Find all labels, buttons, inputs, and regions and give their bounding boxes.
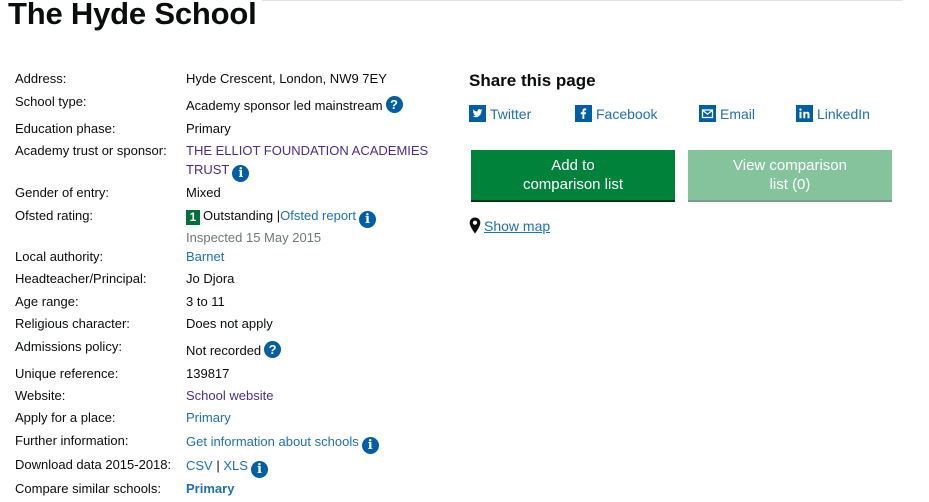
- facebook-icon: [575, 105, 592, 122]
- ofsted-inspected-date: Inspected 15 May 2015: [186, 230, 322, 245]
- download-label: Download data 2015-2018:: [15, 457, 172, 472]
- twitter-icon: [469, 105, 486, 122]
- headteacher-value: Jo Djora: [186, 271, 235, 286]
- add-button-line1: Add to: [551, 157, 595, 174]
- view-button-line2: list (0): [769, 176, 811, 193]
- school-type-label: School type:: [15, 94, 87, 109]
- facebook-label: Facebook: [596, 106, 658, 122]
- religious-label: Religious character:: [15, 316, 130, 331]
- age-range-value: 3 to 11: [186, 294, 225, 309]
- info-icon[interactable]: i: [361, 437, 379, 454]
- local-authority-link[interactable]: Barnet: [186, 247, 446, 266]
- sponsor-label: Academy trust or sponsor:: [15, 143, 167, 158]
- ofsted-grade-badge: 1: [186, 210, 200, 225]
- show-map: Show map: [469, 216, 550, 239]
- education-phase-label: Education phase:: [15, 121, 116, 136]
- admissions-value-wrap: Not recorded?: [186, 341, 446, 360]
- page-title: The Hyde School: [8, 0, 257, 31]
- download-csv-link[interactable]: CSV: [186, 458, 213, 473]
- info-icon[interactable]: i: [250, 461, 268, 478]
- further-info-link[interactable]: Get information about schools: [186, 434, 359, 449]
- education-phase-value: Primary: [186, 121, 231, 136]
- school-type-value: Academy sponsor led mainstream: [186, 98, 383, 113]
- add-button-line2: comparison list: [522, 176, 624, 193]
- view-button-line1: View comparison: [733, 157, 847, 174]
- admissions-value: Not recorded: [186, 343, 262, 358]
- top-divider: [262, 0, 902, 1]
- info-icon[interactable]: i: [359, 211, 376, 228]
- download-separator: |: [216, 458, 220, 473]
- show-map-link[interactable]: Show map: [484, 218, 550, 234]
- email-label: Email: [720, 106, 756, 122]
- add-to-comparison-button[interactable]: Add to comparison list: [471, 150, 675, 202]
- ofsted-label: Ofsted rating:: [15, 208, 94, 223]
- sponsor-link[interactable]: THE ELLIOT FOUNDATION ACADEMIES TRUST: [186, 143, 428, 177]
- email-icon: [699, 105, 716, 122]
- address-label: Address:: [15, 71, 67, 86]
- map-pin-icon: [469, 217, 481, 239]
- religious-value: Does not apply: [186, 316, 273, 331]
- urn-value: 139817: [186, 366, 230, 381]
- ofsted-rating: Outstanding: [203, 208, 274, 223]
- local-authority-label: Local authority:: [15, 249, 104, 264]
- email-share-link[interactable]: Email: [699, 104, 755, 124]
- address-value: Hyde Crescent, London, NW9 7EY: [186, 71, 387, 86]
- compare-label: Compare similar schools:: [15, 481, 161, 496]
- gender-label: Gender of entry:: [15, 185, 109, 200]
- download-xls-link[interactable]: XLS: [223, 458, 248, 473]
- gender-value: Mixed: [186, 185, 221, 200]
- sponsor-value: THE ELLIOT FOUNDATION ACADEMIES TRUST i: [186, 141, 446, 182]
- linkedin-label: LinkedIn: [817, 106, 870, 122]
- view-comparison-button[interactable]: View comparison list (0): [688, 150, 892, 202]
- info-icon[interactable]: i: [232, 165, 250, 182]
- apply-label: Apply for a place:: [15, 410, 116, 425]
- urn-label: Unique reference:: [15, 366, 119, 381]
- further-info-label: Further information:: [15, 433, 129, 448]
- headteacher-label: Headteacher/Principal:: [15, 271, 147, 286]
- ofsted-value: 1 Outstanding |Ofsted report i Inspected 1…: [186, 206, 446, 247]
- age-range-label: Age range:: [15, 294, 79, 309]
- facebook-share-link[interactable]: Facebook: [575, 104, 657, 124]
- apply-link[interactable]: Primary: [186, 408, 446, 427]
- sponsor-line1: THE ELLIOT FOUNDATION ACADEMIES: [186, 143, 429, 158]
- linkedin-share-link[interactable]: LinkedIn: [796, 104, 870, 124]
- website-label: Website:: [15, 388, 66, 403]
- twitter-share-link[interactable]: Twitter: [469, 104, 531, 124]
- linkedin-icon: [796, 105, 813, 122]
- school-type-value-wrap: Academy sponsor led mainstream?: [186, 96, 446, 115]
- further-info-value: Get information about schools i: [186, 432, 446, 454]
- admissions-label: Admissions policy:: [15, 339, 122, 354]
- download-value: CSV | XLS i: [186, 456, 446, 478]
- ofsted-report-link[interactable]: Ofsted report: [280, 208, 356, 223]
- website-link[interactable]: School website: [186, 386, 446, 405]
- help-icon[interactable]: ?: [385, 96, 403, 113]
- twitter-label: Twitter: [490, 106, 532, 122]
- share-title: Share this page: [469, 71, 596, 90]
- sponsor-line2: TRUST: [186, 162, 230, 177]
- help-icon[interactable]: ?: [264, 341, 282, 358]
- compare-link[interactable]: Primary: [186, 479, 446, 498]
